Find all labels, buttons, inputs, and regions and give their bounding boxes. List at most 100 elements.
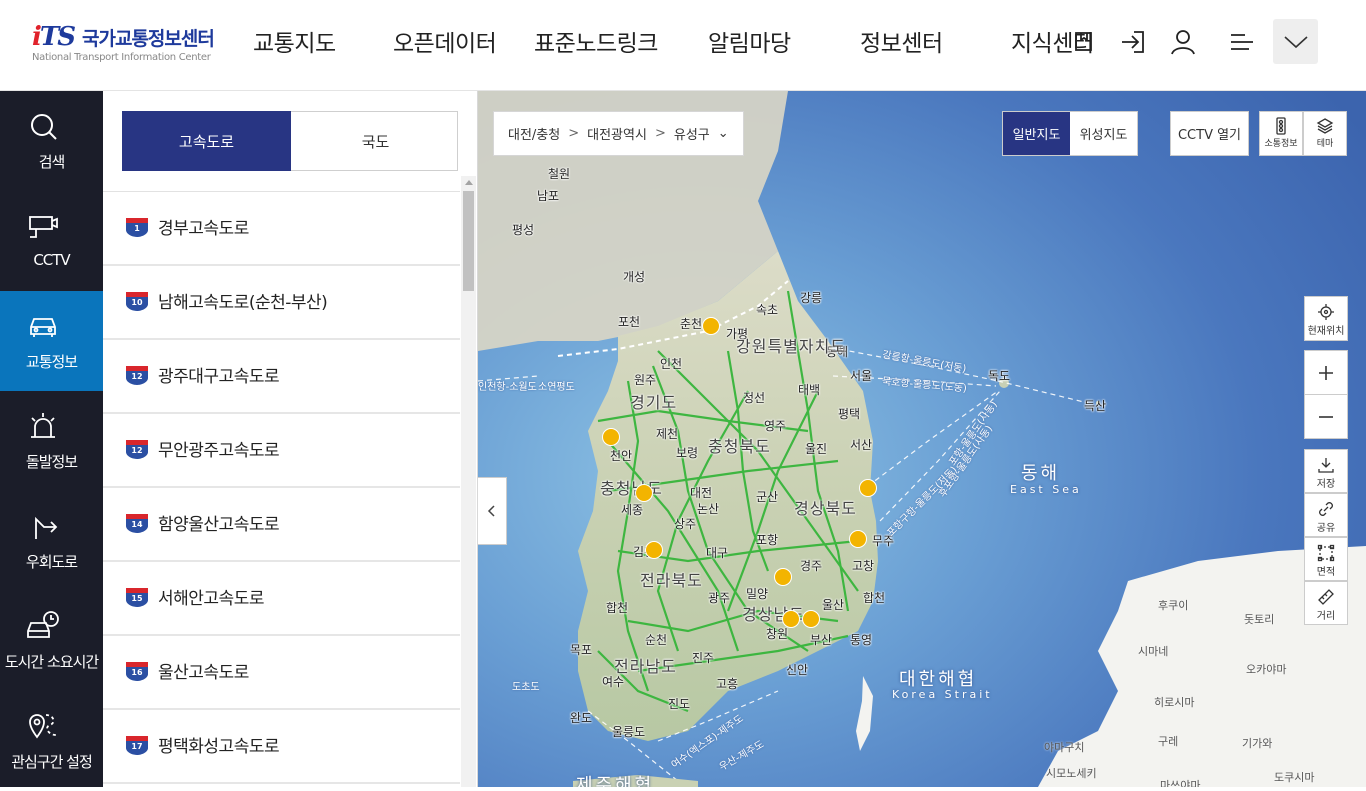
road-name: 평택화성고속도로 xyxy=(158,737,280,757)
map-city-label: 세종 xyxy=(621,503,644,517)
road-number: 10 xyxy=(131,298,143,307)
area-measure-button[interactable]: 면적 xyxy=(1304,537,1348,581)
map-city-label: 상주 xyxy=(674,517,697,531)
share-button[interactable]: 공유 xyxy=(1304,493,1348,537)
sidenav-intercity-time[interactable]: 도시간 소요시간 xyxy=(0,591,103,691)
scroll-thumb[interactable] xyxy=(463,191,474,291)
save-button[interactable]: 저장 xyxy=(1304,449,1348,493)
nav-info-center[interactable]: 정보센터 xyxy=(860,24,943,58)
road-name: 함양울산고속도로 xyxy=(158,515,280,535)
road-list-item[interactable]: 1 경부고속도로 xyxy=(103,192,460,266)
map-city-label: 합천 xyxy=(606,601,629,615)
incident-marker[interactable] xyxy=(849,530,867,548)
road-list-item[interactable]: 12 광주대구고속도로 xyxy=(103,340,460,414)
breadcrumb-item[interactable]: 대전광역시 xyxy=(587,124,647,143)
alert-light-icon xyxy=(31,413,55,438)
sidenav-traffic-info[interactable]: 교통정보 xyxy=(0,291,103,391)
scroll-up-arrow[interactable] xyxy=(465,180,473,185)
logo-name: 국가교통정보센터 xyxy=(82,28,215,50)
map-type-satellite[interactable]: 위성지도 xyxy=(1070,112,1137,155)
panel-collapse-button[interactable] xyxy=(478,477,507,545)
incident-marker[interactable] xyxy=(802,610,820,628)
menu-icon[interactable] xyxy=(1222,22,1262,62)
road-list-item[interactable]: 15 서해안고속도로 xyxy=(103,562,460,636)
incident-marker[interactable] xyxy=(645,541,663,559)
road-type-tabs: 고속도로 국도 xyxy=(122,111,458,171)
expressway-shield-icon: 14 xyxy=(124,512,150,534)
incident-marker[interactable] xyxy=(859,479,877,497)
road-number: 1 xyxy=(134,224,140,233)
incident-marker[interactable] xyxy=(782,610,800,628)
sidenav-label: 우회도로 xyxy=(25,553,78,571)
map-city-label: 포천 xyxy=(618,315,641,329)
map-region-label: 전라남도 xyxy=(614,657,677,676)
incident-marker[interactable] xyxy=(702,317,720,335)
sidenav-label: 관심구간 설정 xyxy=(11,753,93,771)
sidenav-detour[interactable]: 우회도로 xyxy=(0,491,103,591)
nav-standard-node-link[interactable]: 표준노드링크 xyxy=(534,24,658,58)
map-sea-label-en: Korea Strait xyxy=(892,688,993,701)
login-icon[interactable] xyxy=(1113,22,1153,62)
nav-open-data[interactable]: 오픈데이터 xyxy=(393,24,497,58)
minus-icon xyxy=(1319,415,1333,418)
map-region-label: 충청북도 xyxy=(708,437,771,456)
map-city-label: 울진 xyxy=(805,442,828,456)
breadcrumb-item[interactable]: 대전/충청 xyxy=(508,124,560,143)
tab-national-road[interactable]: 국도 xyxy=(291,111,460,171)
current-location-button[interactable]: 현재위치 xyxy=(1304,296,1348,341)
sidenav-incident[interactable]: 돌발정보 xyxy=(0,391,103,491)
breadcrumb-item[interactable]: 유성구 xyxy=(674,124,710,143)
logo-mark: iTS xyxy=(32,22,76,52)
road-list-item[interactable]: 17 평택화성고속도로 xyxy=(103,710,460,784)
site-logo[interactable]: iTS 국가교통정보센터 National Transport Informat… xyxy=(30,20,230,66)
bookmark-icon[interactable] xyxy=(1064,22,1104,62)
road-list-item[interactable]: 16 울산고속도로 xyxy=(103,636,460,710)
road-list-item[interactable]: 12 무안광주고속도로 xyxy=(103,414,460,488)
sidenav-search[interactable]: 검색 xyxy=(0,91,103,191)
map-city-label: 신안 xyxy=(786,663,809,677)
locate-icon xyxy=(1318,304,1334,320)
map-japan-label: 돗토리 xyxy=(1244,613,1275,626)
traffic-map[interactable]: 남포 평성 철원 개성 포천 춘천 가평 속초 강릉 동해 서울 인천 원주 정… xyxy=(478,91,1366,787)
distance-measure-button[interactable]: 거리 xyxy=(1304,581,1348,625)
map-city-label: 목포 xyxy=(570,643,593,657)
zoom-in-button[interactable] xyxy=(1304,350,1348,395)
list-scrollbar[interactable] xyxy=(461,176,476,787)
detour-icon xyxy=(35,516,58,539)
map-japan-label: 야마구치 xyxy=(1044,741,1085,754)
map-japan-label: 도쿠시마 xyxy=(1274,771,1315,784)
map-city-label: 경주 xyxy=(800,559,823,573)
incident-marker[interactable] xyxy=(602,428,620,446)
zoom-out-button[interactable] xyxy=(1304,394,1348,439)
breadcrumb-dropdown-icon[interactable]: ⌄ xyxy=(718,126,729,141)
map-city-label: 군산 xyxy=(756,490,779,504)
nav-traffic-map[interactable]: 교통지도 xyxy=(253,24,336,58)
user-icon[interactable] xyxy=(1163,22,1203,62)
tool-label: 소통정보 xyxy=(1264,139,1298,149)
map-city-label: 울릉도 xyxy=(612,725,646,739)
cctv-open-button[interactable]: CCTV 열기 xyxy=(1170,111,1249,156)
control-label: 공유 xyxy=(1316,523,1336,534)
area-icon xyxy=(1317,544,1335,562)
map-city-label: 광주 xyxy=(708,591,731,605)
breadcrumb-separator: > xyxy=(568,126,580,141)
nav-notice[interactable]: 알림마당 xyxy=(708,24,791,58)
location-breadcrumb[interactable]: 대전/충청 > 대전광역시 > 유성구 ⌄ xyxy=(493,111,744,156)
traffic-info-toggle[interactable]: 소통정보 xyxy=(1259,111,1303,156)
map-city-label: 서산 xyxy=(850,438,873,452)
road-list-item[interactable]: 14 함양울산고속도로 xyxy=(103,488,460,562)
expressway-shield-icon: 15 xyxy=(124,586,150,608)
incident-marker[interactable] xyxy=(774,568,792,586)
road-list-item[interactable]: 10 남해고속도로(순천-부산) xyxy=(103,266,460,340)
map-type-normal[interactable]: 일반지도 xyxy=(1003,112,1070,155)
theme-toggle[interactable]: 테마 xyxy=(1303,111,1347,156)
map-city-label: 영주 xyxy=(764,419,787,433)
incident-marker[interactable] xyxy=(635,484,653,502)
road-name: 울산고속도로 xyxy=(158,663,249,683)
sidenav-favorite-section[interactable]: 관심구간 설정 xyxy=(0,691,103,791)
sidenav-cctv[interactable]: CCTV xyxy=(0,191,103,291)
map-route-label: 도초도 xyxy=(512,682,540,693)
chevron-down-icon[interactable] xyxy=(1273,19,1318,64)
map-city-label: 합천 xyxy=(863,591,886,605)
tab-expressway[interactable]: 고속도로 xyxy=(122,111,291,171)
